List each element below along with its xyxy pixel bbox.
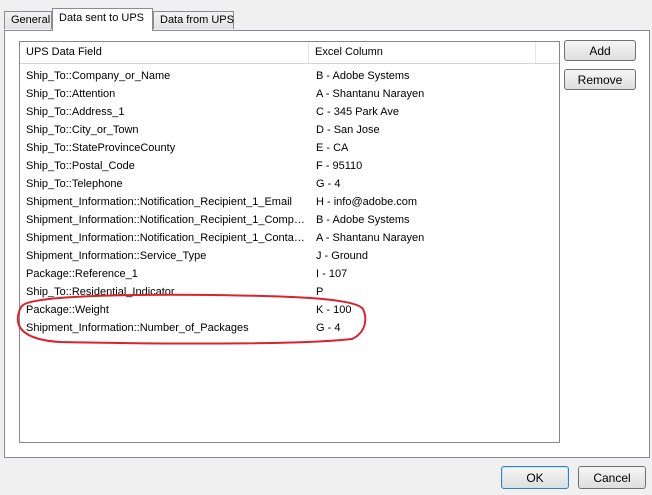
ups-field-cell: Package::Weight	[26, 304, 109, 316]
list-rows: Ship_To::Company_or_NameB - Adobe System…	[20, 67, 559, 337]
excel-column-cell: F - 95110	[316, 160, 363, 172]
table-row[interactable]: Shipment_Information::Number_of_Packages…	[20, 319, 559, 337]
excel-column-cell: J - Ground	[316, 250, 368, 262]
ups-field-cell: Shipment_Information::Service_Type	[26, 250, 207, 262]
ups-field-cell: Ship_To::StateProvinceCounty	[26, 142, 176, 154]
tab-data-from-ups[interactable]: Data from UPS	[153, 11, 234, 29]
ups-field-cell: Ship_To::Company_or_Name	[26, 70, 171, 82]
tab-general[interactable]: General	[4, 11, 52, 29]
ok-button[interactable]: OK	[501, 466, 569, 489]
column-header-excel-column[interactable]: Excel Column	[309, 42, 536, 63]
excel-column-cell: K - 100	[316, 304, 352, 316]
table-row[interactable]: Ship_To::Address_1 C - 345 Park Ave	[20, 103, 559, 121]
table-row[interactable]: Ship_To::StateProvinceCounty E - CA	[20, 139, 559, 157]
ups-field-cell: Shipment_Information::Notification_Recip…	[26, 214, 306, 226]
remove-button[interactable]: Remove	[564, 69, 636, 90]
excel-column-cell: H - info@adobe.com	[316, 196, 418, 208]
ups-field-cell: Shipment_Information::Notification_Recip…	[26, 232, 306, 244]
table-row[interactable]: Shipment_Information::Notification_Recip…	[20, 211, 559, 229]
add-button[interactable]: Add	[564, 40, 636, 61]
tab-data-sent-to-ups[interactable]: Data sent to UPS	[52, 8, 153, 31]
excel-column-cell: C - 345 Park Ave	[316, 106, 399, 118]
excel-column-cell: G - 4	[316, 322, 341, 334]
excel-column-cell: I - 107	[316, 268, 348, 280]
mapping-list[interactable]: UPS Data Field Excel Column Ship_To::Com…	[19, 41, 560, 443]
column-header-ups-data-field[interactable]: UPS Data Field	[20, 42, 309, 63]
table-row[interactable]: Ship_To::Residential_Indicator P	[20, 283, 559, 301]
table-row[interactable]: Shipment_Information::Service_Type J - Gr…	[20, 247, 559, 265]
ups-field-cell: Ship_To::Attention	[26, 88, 116, 100]
table-row[interactable]: Ship_To::City_or_Town D - San Jose	[20, 121, 559, 139]
excel-column-cell: B - Adobe Systems	[316, 70, 410, 82]
ups-field-cell: Shipment_Information::Notification_Recip…	[26, 196, 292, 208]
ups-field-cell: Package::Reference_1	[26, 268, 138, 280]
excel-column-cell: E - CA	[316, 142, 349, 154]
ups-field-cell: Ship_To::Residential_Indicator	[26, 286, 175, 298]
ups-field-cell: Shipment_Information::Number_of_Packages	[26, 322, 249, 334]
cancel-button[interactable]: Cancel	[578, 466, 646, 489]
excel-column-cell: A - Shantanu Narayen	[316, 232, 425, 244]
ups-field-cell: Ship_To::Address_1	[26, 106, 125, 118]
list-header: UPS Data Field Excel Column	[20, 42, 559, 64]
ups-field-cell: Ship_To::Postal_Code	[26, 160, 135, 172]
table-row[interactable]: Ship_To::Postal_Code F - 95110	[20, 157, 559, 175]
table-row[interactable]: Package::Weight K - 100	[20, 301, 559, 319]
excel-column-cell: P	[316, 286, 324, 298]
excel-column-cell: D - San Jose	[316, 124, 380, 136]
table-row[interactable]: Ship_To::Telephone G - 4	[20, 175, 559, 193]
table-row[interactable]: Ship_To::Attention A - Shantanu Narayen	[20, 85, 559, 103]
tab-panel: UPS Data Field Excel Column Ship_To::Com…	[4, 30, 650, 458]
ups-field-cell: Ship_To::Telephone	[26, 178, 123, 190]
excel-column-cell: B - Adobe Systems	[316, 214, 410, 226]
excel-column-cell: A - Shantanu Narayen	[316, 88, 425, 100]
table-row[interactable]: Ship_To::Company_or_Name B - Adobe System…	[20, 67, 559, 85]
table-row[interactable]: Package::Reference_1 I - 107	[20, 265, 559, 283]
excel-column-cell: G - 4	[316, 178, 341, 190]
table-row[interactable]: Shipment_Information::Notification_Recip…	[20, 229, 559, 247]
table-row[interactable]: Shipment_Information::Notification_Recip…	[20, 193, 559, 211]
ups-field-cell: Ship_To::City_or_Town	[26, 124, 139, 136]
